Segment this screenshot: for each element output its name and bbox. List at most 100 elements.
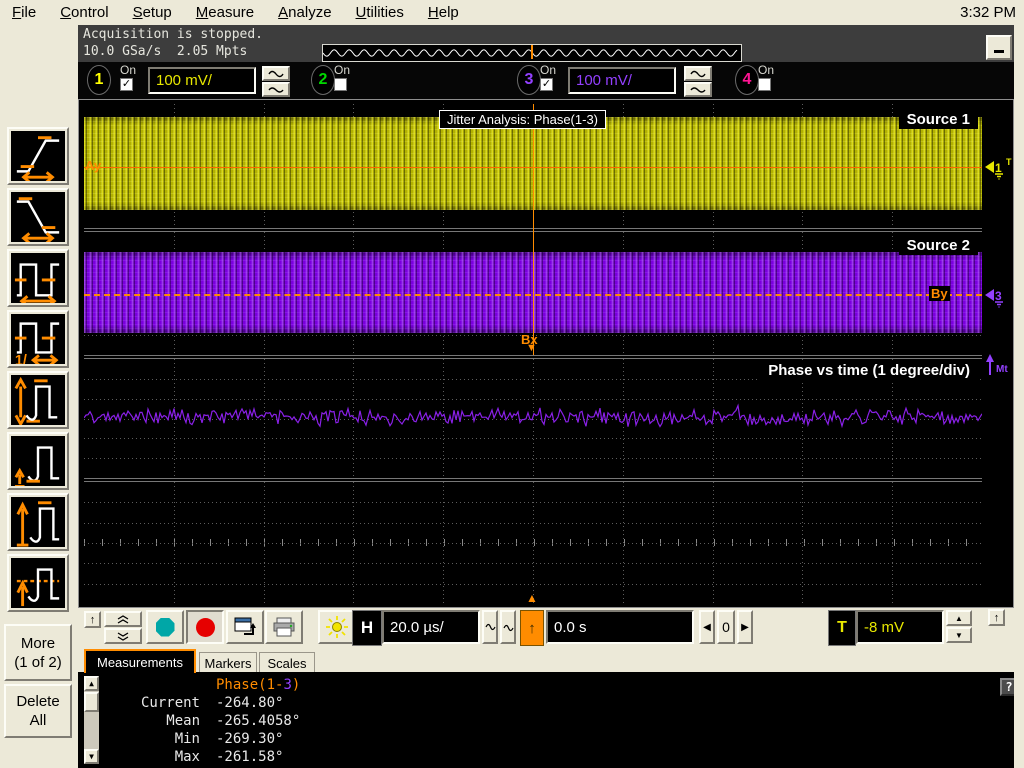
minimize-icon bbox=[994, 50, 1004, 53]
print-button[interactable] bbox=[265, 610, 303, 644]
channel-1-wave-down-button[interactable] bbox=[262, 82, 290, 97]
scroll-up-button[interactable]: ▲ bbox=[84, 676, 99, 691]
v-average-icon bbox=[11, 558, 65, 608]
double-chevron-up-icon bbox=[117, 615, 129, 624]
stat-label: Min bbox=[108, 731, 200, 747]
undo-scale-right-button[interactable]: ↑ bbox=[988, 609, 1005, 626]
position-right-button[interactable]: ▶ bbox=[737, 610, 753, 644]
channel-controls: 1 On ✓ 100 mV/ 2 On 3 On ✓ 100 mV/ 4 On bbox=[78, 62, 1014, 99]
stat-label: Max bbox=[108, 749, 200, 765]
v-min-button[interactable] bbox=[7, 432, 69, 490]
sine-small-icon bbox=[485, 621, 496, 634]
menu-control[interactable]: Control bbox=[48, 2, 120, 23]
channel-2-badge[interactable]: 2 bbox=[312, 66, 334, 94]
channel-1-ground-marker[interactable]: 1 T bbox=[985, 156, 1015, 180]
timebase-display[interactable]: 20.0 µs/ bbox=[382, 610, 480, 644]
v-average-button[interactable] bbox=[7, 554, 69, 612]
pan-up-button[interactable] bbox=[104, 611, 142, 627]
panel-phase: Phase vs time (1 degree/div) bbox=[84, 359, 982, 478]
marker-x-line[interactable] bbox=[533, 104, 534, 355]
undo-scale-left-button[interactable]: ↑ bbox=[84, 611, 101, 628]
waveform-grid: Ay Source 1 By Source 2 Phase vs time (1… bbox=[84, 104, 982, 604]
phase-trend-trace bbox=[84, 406, 982, 427]
tab-markers[interactable]: Markers bbox=[199, 652, 257, 673]
time-reference-icon[interactable]: ▲ bbox=[526, 591, 538, 605]
trigger-position-button[interactable]: ↑ bbox=[520, 610, 544, 646]
measurement-row: Max -261.58° bbox=[108, 749, 283, 765]
pan-down-button[interactable] bbox=[104, 628, 142, 644]
channel-3-badge[interactable]: 3 bbox=[518, 66, 540, 94]
marker-ay-label[interactable]: Ay bbox=[85, 158, 101, 173]
channel-3-wave-up-button[interactable] bbox=[684, 66, 712, 81]
trigger-level-display[interactable]: -8 mV bbox=[856, 610, 944, 644]
channel-1-on-label: On bbox=[120, 63, 136, 77]
stat-label: Mean bbox=[108, 713, 200, 729]
measurements-scrollbar[interactable]: ▲ ▼ bbox=[84, 676, 99, 764]
v-min-icon bbox=[11, 436, 65, 486]
timebase-fine-button[interactable] bbox=[482, 610, 498, 644]
v-peak-peak-button[interactable] bbox=[7, 371, 69, 429]
timebase-coarse-button[interactable] bbox=[500, 610, 516, 644]
channel-1-scale-display[interactable]: 100 mV/ bbox=[148, 67, 256, 94]
stop-button[interactable] bbox=[186, 610, 224, 644]
measurement-trend-marker[interactable]: Mt bbox=[985, 354, 1015, 376]
svg-text:T: T bbox=[1006, 157, 1012, 167]
tab-measurements[interactable]: Measurements bbox=[84, 649, 196, 673]
menu-setup[interactable]: Setup bbox=[121, 2, 184, 23]
measurement-row: Current -264.80° bbox=[108, 695, 283, 711]
channel-1-wave-up-button[interactable] bbox=[262, 66, 290, 81]
trigger-label: T bbox=[828, 610, 856, 646]
fall-time-icon bbox=[11, 192, 65, 242]
left-arrow-icon bbox=[985, 161, 994, 173]
channel-4-on-label: On bbox=[758, 63, 774, 77]
function-overlay-label[interactable]: Jitter Analysis: Phase(1-3) bbox=[439, 110, 606, 129]
channel-3-on-checkbox[interactable]: ✓ bbox=[540, 78, 553, 91]
v-max-button[interactable] bbox=[7, 493, 69, 551]
channel-2-on-checkbox[interactable] bbox=[334, 78, 347, 91]
waveform-preview-strip[interactable] bbox=[322, 44, 742, 62]
measurement-row: Min -269.30° bbox=[108, 731, 283, 747]
menu-measure[interactable]: Measure bbox=[184, 2, 266, 23]
channel-1-coupling bbox=[262, 66, 290, 98]
sine-large-icon bbox=[268, 85, 284, 94]
frequency-button[interactable]: 1/ bbox=[7, 310, 69, 368]
channel-4-on-checkbox[interactable] bbox=[758, 78, 771, 91]
menu-analyze[interactable]: Analyze bbox=[266, 2, 343, 23]
more-button[interactable]: More (1 of 2) bbox=[4, 624, 72, 681]
export-button[interactable] bbox=[226, 610, 264, 644]
channel-1-badge[interactable]: 1 bbox=[88, 66, 110, 94]
spinner-up-button[interactable]: ▲ bbox=[946, 610, 972, 626]
right-edge-strip bbox=[1014, 25, 1024, 768]
channel-1-on-checkbox[interactable]: ✓ bbox=[120, 78, 133, 91]
frequency-icon: 1/ bbox=[11, 314, 65, 364]
delete-all-button[interactable]: Delete All bbox=[4, 684, 72, 738]
rise-time-button[interactable] bbox=[7, 127, 69, 185]
channel-3-wave-down-button[interactable] bbox=[684, 82, 712, 97]
double-chevron-down-icon bbox=[117, 632, 129, 641]
minimize-button[interactable] bbox=[986, 35, 1012, 60]
position-zero-button[interactable]: 0 bbox=[717, 610, 735, 644]
measurement-row: Mean -265.4058° bbox=[108, 713, 300, 729]
period-button[interactable] bbox=[7, 249, 69, 307]
menu-help[interactable]: Help bbox=[416, 2, 471, 23]
fall-time-button[interactable] bbox=[7, 188, 69, 246]
spinner-down-button[interactable]: ▼ bbox=[946, 627, 972, 643]
scroll-down-button[interactable]: ▼ bbox=[84, 749, 99, 764]
brightness-button[interactable] bbox=[318, 610, 356, 644]
run-button[interactable] bbox=[146, 610, 184, 644]
gridline bbox=[84, 543, 982, 544]
scroll-thumb[interactable] bbox=[84, 692, 99, 712]
measurement-sidebar: 1/ More (1 o bbox=[0, 25, 78, 768]
preview-cursor[interactable] bbox=[531, 45, 533, 59]
position-left-button[interactable]: ◀ bbox=[699, 610, 715, 644]
tab-scales[interactable]: Scales bbox=[259, 652, 315, 673]
marker-by-label[interactable]: By bbox=[929, 286, 950, 301]
channel-3-on-label: On bbox=[540, 63, 556, 77]
channel-3-ground-marker[interactable]: 3 bbox=[985, 284, 1015, 308]
menu-utilities[interactable]: Utilities bbox=[344, 2, 416, 23]
channel-3-scale-display[interactable]: 100 mV/ bbox=[568, 67, 676, 94]
menu-file[interactable]: File bbox=[0, 2, 48, 23]
marker-bx-icon[interactable]: ▼ bbox=[526, 342, 537, 354]
channel-4-badge[interactable]: 4 bbox=[736, 66, 758, 94]
position-display[interactable]: 0.0 s bbox=[546, 610, 694, 644]
